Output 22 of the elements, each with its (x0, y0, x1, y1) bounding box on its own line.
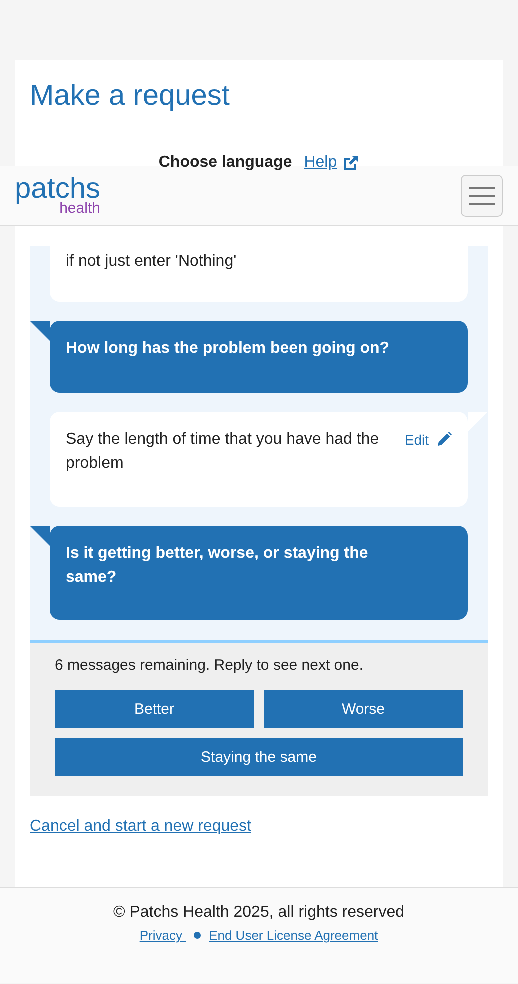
cancel-link[interactable]: Cancel and start a new request (30, 818, 252, 836)
edit-link[interactable]: Edit (404, 428, 429, 452)
reply-option-button[interactable]: Worse (264, 690, 463, 728)
choose-language-label[interactable]: Choose language (158, 154, 292, 172)
question-text: Is it getting better, worse, or staying the same? (66, 544, 370, 588)
copyright-text: © Patchs Health 2025, all rights reserved (112, 904, 406, 922)
footer-link[interactable]: End User License Agreement (209, 928, 378, 943)
question-text: How long has the problem been going on? (66, 339, 390, 359)
answer-text: if not just enter 'Nothing' (66, 252, 238, 272)
menu-icon (469, 186, 495, 204)
page-title: Make a request (30, 79, 231, 114)
separator-dot (194, 932, 202, 939)
help-link[interactable]: Help (304, 154, 338, 172)
reply-option-button[interactable]: Staying the same (55, 738, 463, 776)
footer-link[interactable]: Privacy (140, 928, 186, 943)
reply-option-button[interactable]: Better (55, 690, 254, 728)
answer-text: Say the length of time that you have had the problem (66, 430, 380, 474)
menu-button[interactable] (461, 174, 503, 216)
external-link-icon[interactable] (343, 154, 360, 171)
pencil-icon[interactable] (437, 432, 452, 447)
messages-remaining-text: 6 messages remaining. Reply to see next one. (55, 657, 365, 674)
logo: patchs health (15, 176, 100, 216)
